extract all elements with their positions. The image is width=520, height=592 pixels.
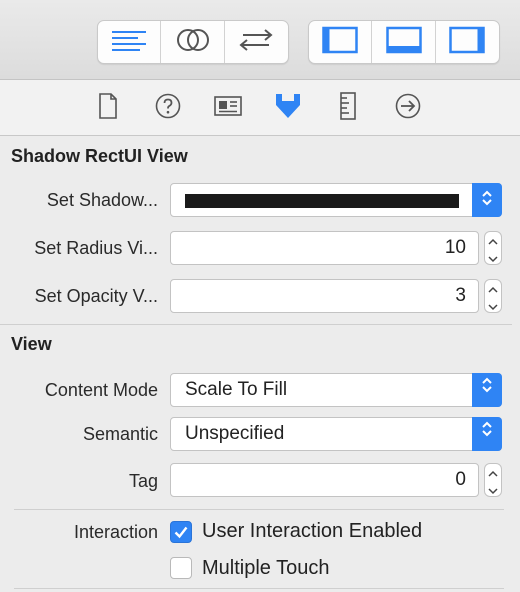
chevron-up-icon [488,280,498,298]
radius-label: Set Radius Vi... [34,238,158,258]
radius-stepper[interactable] [484,231,502,265]
multiple-touch-checkbox[interactable] [170,557,192,579]
shadow-color-well[interactable] [170,183,502,217]
shadow-section-title: Shadow RectUI View [11,146,188,166]
content-mode-popup-arrows[interactable] [472,373,502,407]
field-divider [14,509,504,510]
shadow-color-popup-arrows[interactable] [472,183,502,217]
standard-editor-button[interactable] [98,21,162,63]
identity-inspector-icon [214,94,242,123]
tag-label: Tag [128,471,158,491]
attributes-inspector-icon [274,92,302,125]
content-mode-value: Scale To Fill [185,379,288,400]
opacity-stepper[interactable] [484,279,502,313]
quick-help-icon [155,93,181,124]
tab-size-inspector[interactable] [334,91,362,125]
view-toggle-segmented-control [308,20,500,64]
content-mode-popup[interactable]: Scale To Fill [170,373,502,407]
chevron-up-icon [488,464,498,482]
opacity-field[interactable]: 3 [170,279,479,313]
chevron-down-icon [488,482,498,500]
size-inspector-icon [339,91,357,125]
inspector-scrollbar[interactable] [512,136,520,592]
inspector-tab-bar [0,80,520,136]
view-section-title: View [11,334,52,354]
shadow-color-label: Set Shadow... [46,190,158,210]
section-divider [0,324,520,325]
interaction-label: Interaction [73,522,158,542]
assistant-editor-icon [175,26,211,59]
up-down-chevron-icon [481,188,493,213]
opacity-label: Set Opacity V... [34,286,158,306]
navigator-toggle-icon [322,26,358,59]
editor-mode-segmented-control [97,20,289,64]
bottom-divider [14,588,504,589]
version-editor-button[interactable] [225,21,288,63]
tab-attributes-inspector[interactable] [274,92,302,125]
multiple-touch-checkbox-label[interactable]: Multiple Touch [202,557,329,580]
file-inspector-icon [98,92,118,124]
semantic-popup-arrows[interactable] [472,417,502,451]
window-toolbar [0,0,520,80]
chevron-down-icon [488,250,498,268]
up-down-chevron-icon [481,374,493,406]
tag-stepper[interactable] [484,463,502,497]
radius-field[interactable]: 10 [170,231,479,265]
semantic-popup[interactable]: Unspecified [170,417,502,451]
tab-file-inspector[interactable] [94,92,122,124]
utilities-toggle-button[interactable] [436,21,499,63]
debug-area-toggle-icon [385,26,422,59]
chevron-down-icon [488,298,498,316]
version-editor-icon [237,27,275,58]
connections-inspector-icon [395,93,421,124]
debug-area-toggle-button[interactable] [372,21,436,63]
tab-identity-inspector[interactable] [214,94,242,122]
assistant-editor-button[interactable] [161,21,225,63]
chevron-up-icon [488,232,498,250]
tab-quick-help[interactable] [154,93,182,124]
up-down-chevron-icon [481,418,493,450]
semantic-value: Unspecified [185,423,285,444]
content-mode-label: Content Mode [44,380,158,400]
tab-connections-inspector[interactable] [394,93,422,124]
checkmark-icon [171,522,191,542]
utilities-toggle-icon [449,26,486,59]
user-interaction-checkbox[interactable] [170,521,192,543]
tag-field[interactable]: 0 [170,463,479,497]
shadow-color-swatch [185,194,459,208]
standard-editor-icon [110,28,148,57]
user-interaction-checkbox-label[interactable]: User Interaction Enabled [202,520,422,543]
navigator-toggle-button[interactable] [309,21,373,63]
semantic-label: Semantic [82,424,158,444]
